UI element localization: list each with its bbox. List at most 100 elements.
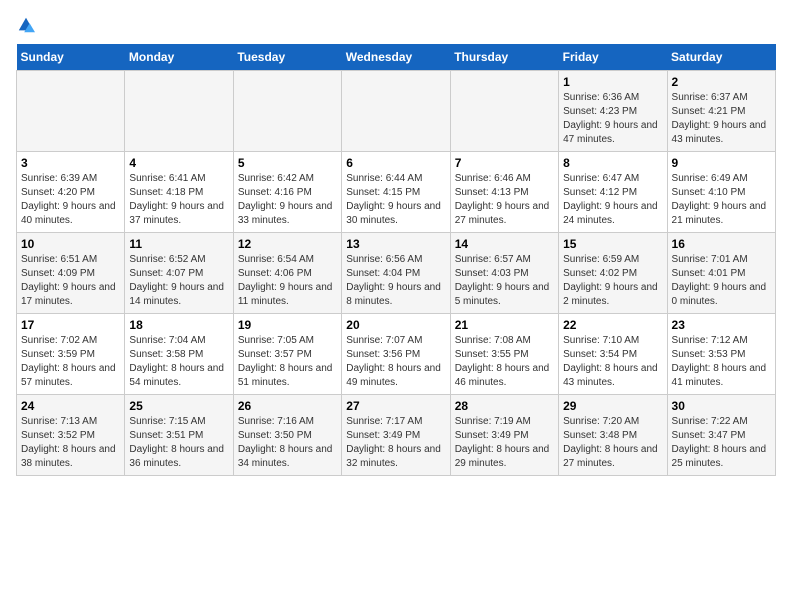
- day-info: Sunrise: 6:49 AM Sunset: 4:10 PM Dayligh…: [672, 172, 771, 228]
- day-number: 29: [563, 399, 662, 413]
- day-number: 6: [346, 156, 445, 170]
- day-number: 19: [238, 318, 337, 332]
- day-number: 13: [346, 237, 445, 251]
- calendar-day-cell: 17 Sunrise: 7:02 AM Sunset: 3:59 PM Dayli…: [17, 314, 125, 395]
- day-info: Sunrise: 6:52 AM Sunset: 4:07 PM Dayligh…: [129, 253, 228, 309]
- weekday-header-cell: Saturday: [667, 44, 775, 71]
- day-number: 24: [21, 399, 120, 413]
- day-info: Sunrise: 7:01 AM Sunset: 4:01 PM Dayligh…: [672, 253, 771, 309]
- calendar-day-cell: 7 Sunrise: 6:46 AM Sunset: 4:13 PM Daylig…: [450, 152, 558, 233]
- calendar-day-cell: 6 Sunrise: 6:44 AM Sunset: 4:15 PM Daylig…: [342, 152, 450, 233]
- calendar-day-cell: [233, 71, 341, 152]
- weekday-header-cell: Friday: [559, 44, 667, 71]
- day-number: 15: [563, 237, 662, 251]
- day-info: Sunrise: 6:36 AM Sunset: 4:23 PM Dayligh…: [563, 91, 662, 147]
- calendar-day-cell: 9 Sunrise: 6:49 AM Sunset: 4:10 PM Daylig…: [667, 152, 775, 233]
- day-number: 23: [672, 318, 771, 332]
- calendar-day-cell: 13 Sunrise: 6:56 AM Sunset: 4:04 PM Dayli…: [342, 233, 450, 314]
- calendar-day-cell: [17, 71, 125, 152]
- logo-icon: [17, 16, 35, 34]
- calendar-week-row: 24 Sunrise: 7:13 AM Sunset: 3:52 PM Dayli…: [17, 395, 776, 476]
- day-info: Sunrise: 6:42 AM Sunset: 4:16 PM Dayligh…: [238, 172, 337, 228]
- day-number: 11: [129, 237, 228, 251]
- calendar-day-cell: [342, 71, 450, 152]
- day-number: 18: [129, 318, 228, 332]
- calendar-day-cell: 22 Sunrise: 7:10 AM Sunset: 3:54 PM Dayli…: [559, 314, 667, 395]
- day-info: Sunrise: 6:51 AM Sunset: 4:09 PM Dayligh…: [21, 253, 120, 309]
- day-info: Sunrise: 7:04 AM Sunset: 3:58 PM Dayligh…: [129, 334, 228, 390]
- calendar-day-cell: 1 Sunrise: 6:36 AM Sunset: 4:23 PM Daylig…: [559, 71, 667, 152]
- calendar-day-cell: 19 Sunrise: 7:05 AM Sunset: 3:57 PM Dayli…: [233, 314, 341, 395]
- day-number: 3: [21, 156, 120, 170]
- day-info: Sunrise: 6:37 AM Sunset: 4:21 PM Dayligh…: [672, 91, 771, 147]
- calendar-day-cell: 4Sunrise: 6:41 AM Sunset: 4:18 PM Daylig…: [125, 152, 233, 233]
- day-info: Sunrise: 7:12 AM Sunset: 3:53 PM Dayligh…: [672, 334, 771, 390]
- day-info: Sunrise: 6:46 AM Sunset: 4:13 PM Dayligh…: [455, 172, 554, 228]
- calendar-day-cell: 3 Sunrise: 6:39 AM Sunset: 4:20 PM Daylig…: [17, 152, 125, 233]
- day-number: 26: [238, 399, 337, 413]
- day-number: 7: [455, 156, 554, 170]
- calendar-day-cell: 18 Sunrise: 7:04 AM Sunset: 3:58 PM Dayli…: [125, 314, 233, 395]
- day-number: 27: [346, 399, 445, 413]
- day-info: Sunrise: 6:59 AM Sunset: 4:02 PM Dayligh…: [563, 253, 662, 309]
- day-info: Sunrise: 6:54 AM Sunset: 4:06 PM Dayligh…: [238, 253, 337, 309]
- day-number: 5: [238, 156, 337, 170]
- day-info: Sunrise: 6:56 AM Sunset: 4:04 PM Dayligh…: [346, 253, 445, 309]
- calendar-day-cell: 12Sunrise: 6:54 AM Sunset: 4:06 PM Dayli…: [233, 233, 341, 314]
- day-number: 28: [455, 399, 554, 413]
- header: [16, 16, 776, 34]
- day-number: 1: [563, 75, 662, 89]
- calendar-day-cell: 10 Sunrise: 6:51 AM Sunset: 4:09 PM Dayli…: [17, 233, 125, 314]
- day-info: Sunrise: 7:10 AM Sunset: 3:54 PM Dayligh…: [563, 334, 662, 390]
- calendar-day-cell: 21Sunrise: 7:08 AM Sunset: 3:55 PM Dayli…: [450, 314, 558, 395]
- weekday-header-row: SundayMondayTuesdayWednesdayThursdayFrid…: [17, 44, 776, 71]
- day-info: Sunrise: 7:22 AM Sunset: 3:47 PM Dayligh…: [672, 415, 771, 471]
- day-info: Sunrise: 7:16 AM Sunset: 3:50 PM Dayligh…: [238, 415, 337, 471]
- day-info: Sunrise: 7:19 AM Sunset: 3:49 PM Dayligh…: [455, 415, 554, 471]
- day-number: 2: [672, 75, 771, 89]
- day-info: Sunrise: 7:05 AM Sunset: 3:57 PM Dayligh…: [238, 334, 337, 390]
- day-info: Sunrise: 6:47 AM Sunset: 4:12 PM Dayligh…: [563, 172, 662, 228]
- day-info: Sunrise: 6:57 AM Sunset: 4:03 PM Dayligh…: [455, 253, 554, 309]
- calendar-day-cell: 14 Sunrise: 6:57 AM Sunset: 4:03 PM Dayli…: [450, 233, 558, 314]
- weekday-header-cell: Tuesday: [233, 44, 341, 71]
- day-info: Sunrise: 7:20 AM Sunset: 3:48 PM Dayligh…: [563, 415, 662, 471]
- calendar-day-cell: 23 Sunrise: 7:12 AM Sunset: 3:53 PM Dayli…: [667, 314, 775, 395]
- calendar-week-row: 1 Sunrise: 6:36 AM Sunset: 4:23 PM Daylig…: [17, 71, 776, 152]
- calendar-day-cell: 11 Sunrise: 6:52 AM Sunset: 4:07 PM Dayli…: [125, 233, 233, 314]
- calendar-day-cell: 16 Sunrise: 7:01 AM Sunset: 4:01 PM Dayli…: [667, 233, 775, 314]
- day-info: Sunrise: 7:08 AM Sunset: 3:55 PM Dayligh…: [455, 334, 554, 390]
- day-number: 30: [672, 399, 771, 413]
- weekday-header-cell: Monday: [125, 44, 233, 71]
- calendar-week-row: 3 Sunrise: 6:39 AM Sunset: 4:20 PM Daylig…: [17, 152, 776, 233]
- day-number: 9: [672, 156, 771, 170]
- weekday-header-cell: Sunday: [17, 44, 125, 71]
- day-number: 25: [129, 399, 228, 413]
- day-info: Sunrise: 6:44 AM Sunset: 4:15 PM Dayligh…: [346, 172, 445, 228]
- calendar-day-cell: 8Sunrise: 6:47 AM Sunset: 4:12 PM Daylig…: [559, 152, 667, 233]
- weekday-header-cell: Thursday: [450, 44, 558, 71]
- day-info: Sunrise: 7:07 AM Sunset: 3:56 PM Dayligh…: [346, 334, 445, 390]
- calendar-day-cell: 24 Sunrise: 7:13 AM Sunset: 3:52 PM Dayli…: [17, 395, 125, 476]
- day-info: Sunrise: 7:17 AM Sunset: 3:49 PM Dayligh…: [346, 415, 445, 471]
- day-number: 16: [672, 237, 771, 251]
- calendar-day-cell: 5 Sunrise: 6:42 AM Sunset: 4:16 PM Daylig…: [233, 152, 341, 233]
- logo: [16, 16, 36, 34]
- calendar-day-cell: [125, 71, 233, 152]
- calendar-day-cell: 15 Sunrise: 6:59 AM Sunset: 4:02 PM Dayli…: [559, 233, 667, 314]
- calendar-week-row: 10 Sunrise: 6:51 AM Sunset: 4:09 PM Dayli…: [17, 233, 776, 314]
- day-info: Sunrise: 7:13 AM Sunset: 3:52 PM Dayligh…: [21, 415, 120, 471]
- calendar-day-cell: 29 Sunrise: 7:20 AM Sunset: 3:48 PM Dayli…: [559, 395, 667, 476]
- day-number: 14: [455, 237, 554, 251]
- weekday-header-cell: Wednesday: [342, 44, 450, 71]
- calendar-day-cell: 25Sunrise: 7:15 AM Sunset: 3:51 PM Dayli…: [125, 395, 233, 476]
- calendar-day-cell: 28 Sunrise: 7:19 AM Sunset: 3:49 PM Dayli…: [450, 395, 558, 476]
- calendar-table: SundayMondayTuesdayWednesdayThursdayFrid…: [16, 44, 776, 476]
- day-info: Sunrise: 6:39 AM Sunset: 4:20 PM Dayligh…: [21, 172, 120, 228]
- calendar-day-cell: 26 Sunrise: 7:16 AM Sunset: 3:50 PM Dayli…: [233, 395, 341, 476]
- day-number: 17: [21, 318, 120, 332]
- day-number: 10: [21, 237, 120, 251]
- day-number: 22: [563, 318, 662, 332]
- day-info: Sunrise: 7:02 AM Sunset: 3:59 PM Dayligh…: [21, 334, 120, 390]
- day-number: 4: [129, 156, 228, 170]
